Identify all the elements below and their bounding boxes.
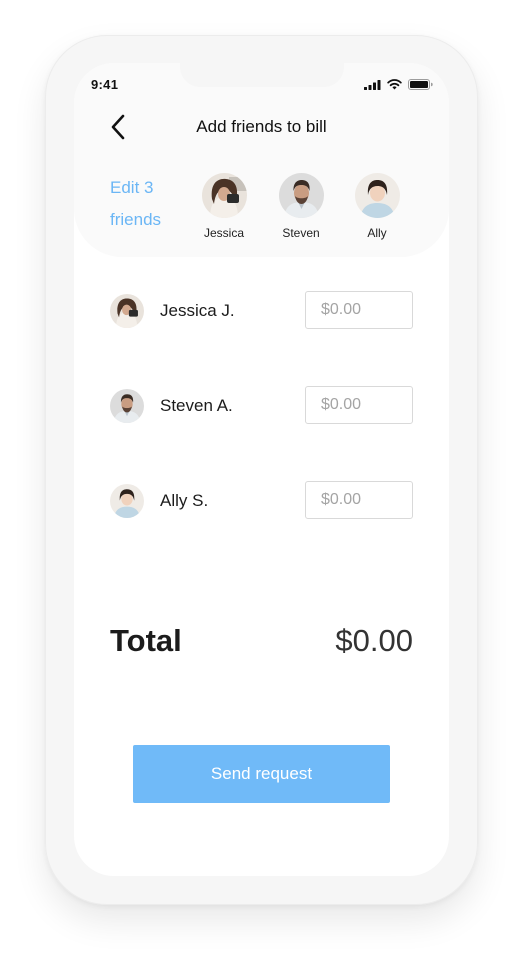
- friend-full-name: Ally S.: [160, 491, 209, 510]
- friend-name: Steven: [282, 226, 320, 240]
- avatar: [110, 389, 144, 423]
- avatar: [278, 173, 324, 218]
- total-value: $0.00: [335, 623, 413, 658]
- amount-input[interactable]: [305, 386, 413, 424]
- battery-icon: [408, 79, 433, 90]
- selected-friend-steven[interactable]: Steven: [266, 173, 336, 240]
- avatar: [110, 294, 144, 328]
- edit-friends-link[interactable]: Edit 3 friends: [110, 172, 190, 236]
- split-row-ally: Ally S.: [110, 481, 413, 521]
- phone-screen: 9:41 Add friends to bill Edit 3 friends: [74, 63, 449, 876]
- selected-friend-ally[interactable]: Ally: [342, 173, 412, 240]
- amount-input[interactable]: [305, 481, 413, 519]
- split-row-jessica: Jessica J.: [110, 291, 413, 331]
- status-icons: [364, 79, 433, 90]
- signal-icon: [364, 79, 381, 90]
- send-request-button[interactable]: Send request: [133, 745, 390, 803]
- wifi-icon: [387, 79, 402, 90]
- avatar: [110, 484, 144, 518]
- amount-input[interactable]: [305, 291, 413, 329]
- avatar: [354, 173, 400, 218]
- status-time: 9:41: [91, 77, 119, 92]
- selected-friend-jessica[interactable]: Jessica: [189, 173, 259, 240]
- total-label: Total: [110, 623, 182, 658]
- friend-full-name: Steven A.: [160, 396, 233, 415]
- friend-name: Jessica: [203, 226, 244, 240]
- friend-name: Ally: [367, 226, 387, 240]
- split-row-steven: Steven A.: [110, 386, 413, 426]
- page-title: Add friends to bill: [196, 117, 327, 136]
- friend-full-name: Jessica J.: [160, 301, 235, 320]
- notch: [180, 63, 344, 87]
- avatar: [201, 173, 247, 218]
